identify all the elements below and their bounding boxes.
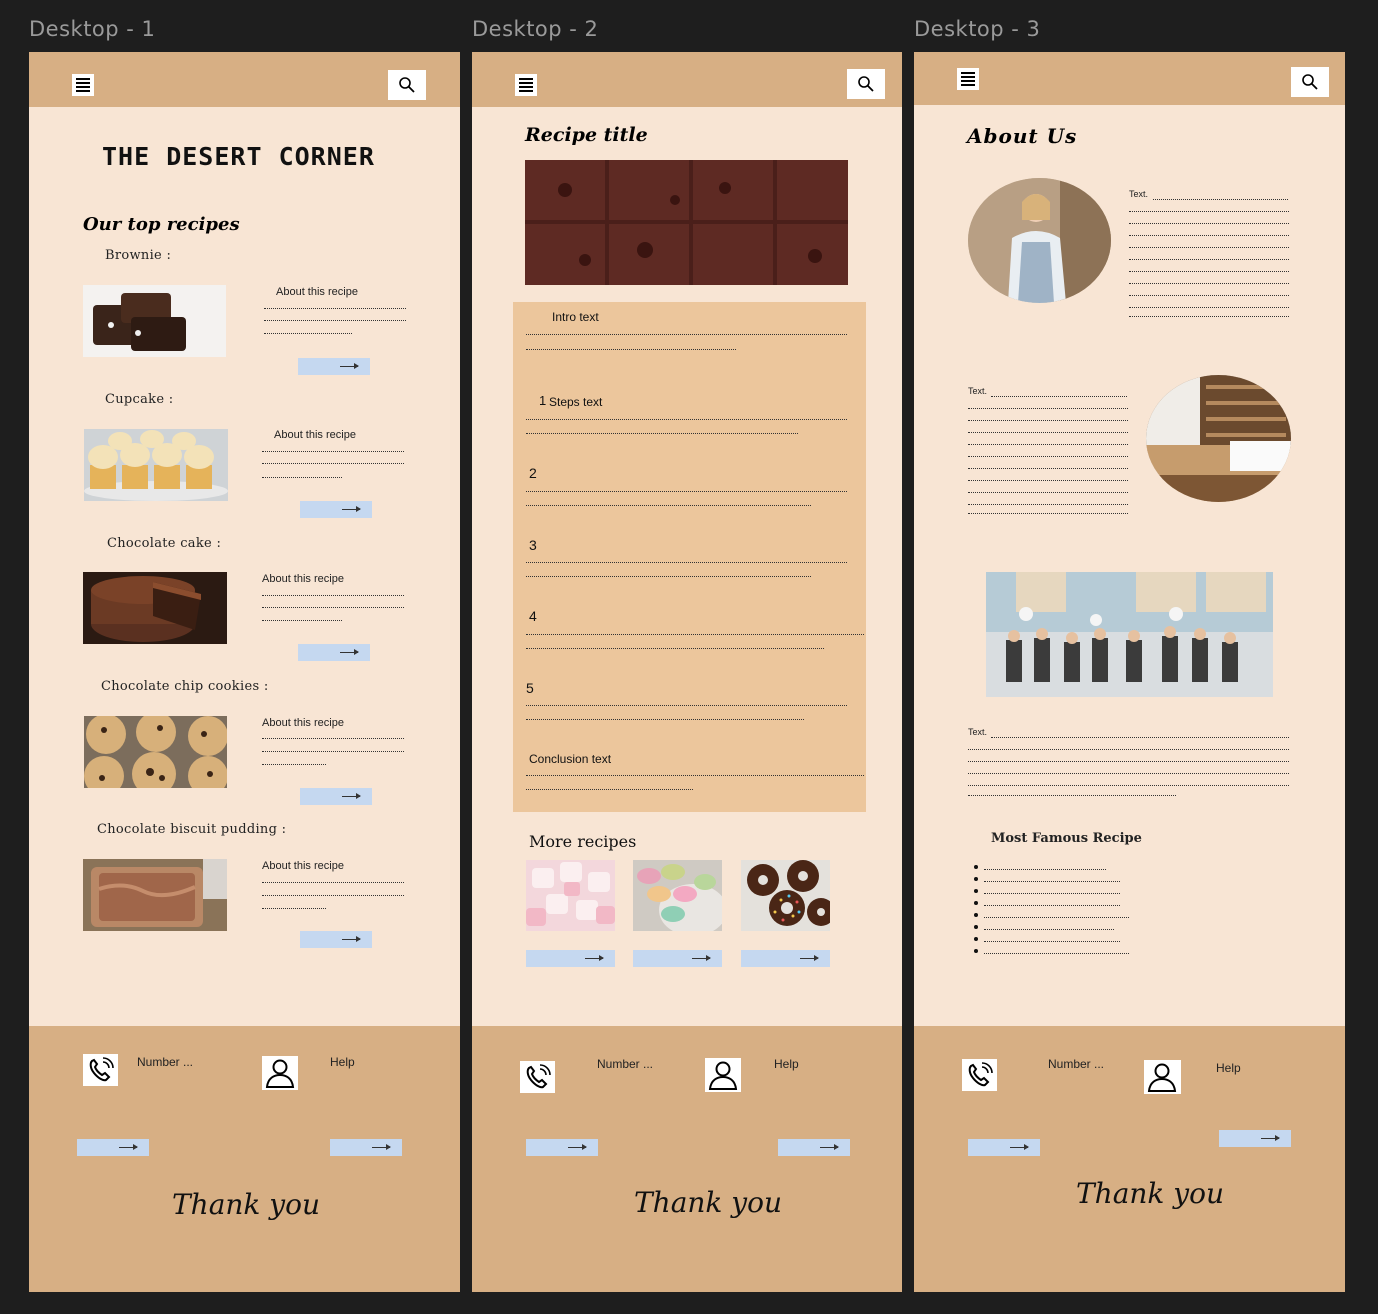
- header: [29, 52, 460, 107]
- step-number: 3: [529, 537, 537, 553]
- recipe-about-label: About this recipe: [274, 429, 356, 441]
- footer: Number ... Help Thank you: [472, 1026, 902, 1292]
- phone-button[interactable]: [83, 1054, 118, 1086]
- help-link[interactable]: Help: [1216, 1061, 1241, 1075]
- about-text-label: Text.: [968, 727, 988, 737]
- more-recipe-image-marshmallow[interactable]: [526, 860, 615, 931]
- step-text: Steps text: [549, 395, 603, 409]
- user-icon: [1147, 1063, 1177, 1092]
- recipe-hero-image: [525, 160, 848, 285]
- menu-button[interactable]: [515, 74, 537, 96]
- help-link[interactable]: Help: [774, 1057, 799, 1071]
- step-number: 2: [529, 465, 537, 481]
- recipe-open-button[interactable]: [300, 931, 372, 948]
- frame-label-desktop-1: Desktop - 1: [29, 17, 156, 41]
- thank-you-text: Thank you: [1076, 1177, 1225, 1210]
- about-title: About Us: [967, 124, 1078, 148]
- user-icon: [265, 1059, 295, 1088]
- recipe-image-brownie[interactable]: [83, 285, 226, 357]
- famous-recipe-title: Most Famous Recipe: [991, 831, 1142, 846]
- contact-number: Number ...: [1048, 1057, 1105, 1071]
- header: [472, 52, 902, 107]
- more-recipe-button[interactable]: [526, 950, 615, 967]
- menu-button[interactable]: [957, 68, 979, 90]
- thank-you-text: Thank you: [634, 1186, 783, 1219]
- more-recipes-title: More recipes: [529, 832, 637, 851]
- about-text-label: Text.: [968, 386, 988, 396]
- header: [914, 52, 1345, 105]
- more-recipe-image-macarons[interactable]: [633, 860, 722, 931]
- recipe-image-biscuit-pudding[interactable]: [83, 859, 227, 931]
- footer: Number ... Help Thank you: [29, 1026, 460, 1292]
- user-button[interactable]: [262, 1056, 298, 1090]
- step-number: 1: [539, 393, 547, 408]
- menu-icon: [76, 78, 90, 80]
- steps-panel: Intro text 1 Steps text 2 3 4 5 Conclusi…: [513, 302, 866, 812]
- user-icon: [708, 1061, 738, 1090]
- search-button[interactable]: [1291, 67, 1329, 97]
- desktop-3-frame: About Us Text. Text. Text. Most Famous R…: [914, 52, 1345, 1292]
- frame-label-desktop-2: Desktop - 2: [472, 17, 599, 41]
- recipe-name: Chocolate biscuit pudding :: [97, 822, 287, 837]
- recipe-image-chocolate-cake[interactable]: [83, 572, 227, 644]
- footer-button-left[interactable]: [77, 1139, 149, 1156]
- recipe-title: Recipe title: [525, 124, 648, 146]
- user-button[interactable]: [1144, 1060, 1181, 1094]
- menu-icon: [519, 78, 533, 80]
- user-button[interactable]: [705, 1058, 741, 1092]
- desktop-2-frame: Recipe title Intro text 1 Steps text 2 3…: [472, 52, 902, 1292]
- intro-text: Intro text: [552, 310, 599, 324]
- recipe-image-cupcake[interactable]: [84, 429, 228, 501]
- footer: Number ... Help Thank you: [914, 1026, 1345, 1292]
- recipe-open-button[interactable]: [300, 788, 372, 805]
- phone-button[interactable]: [520, 1061, 555, 1093]
- search-icon: [858, 76, 874, 92]
- step-number: 4: [529, 608, 537, 624]
- footer-button-right[interactable]: [778, 1139, 850, 1156]
- frame-label-desktop-3: Desktop - 3: [914, 17, 1041, 41]
- recipe-name: Brownie :: [105, 248, 172, 263]
- recipe-name: Chocolate cake :: [107, 536, 222, 551]
- search-button[interactable]: [388, 70, 426, 100]
- phone-icon: [526, 1064, 551, 1089]
- contact-number: Number ...: [137, 1055, 194, 1069]
- more-recipe-button[interactable]: [741, 950, 830, 967]
- menu-button[interactable]: [72, 74, 94, 96]
- recipe-open-button[interactable]: [298, 644, 370, 661]
- recipe-open-button[interactable]: [300, 501, 372, 518]
- about-image-shop: [1146, 375, 1291, 502]
- more-recipe-image-donuts[interactable]: [741, 860, 830, 931]
- about-image-team: [986, 572, 1273, 697]
- search-icon: [1302, 74, 1318, 90]
- conclusion-text: Conclusion text: [529, 752, 612, 766]
- footer-button-right[interactable]: [330, 1139, 402, 1156]
- menu-icon: [961, 72, 975, 74]
- contact-number: Number ...: [597, 1057, 654, 1071]
- recipe-about-label: About this recipe: [262, 573, 344, 585]
- search-icon: [399, 77, 415, 93]
- recipe-open-button[interactable]: [298, 358, 370, 375]
- recipe-name: Chocolate chip cookies :: [101, 679, 269, 694]
- thank-you-text: Thank you: [172, 1188, 321, 1221]
- about-image-baker: [968, 178, 1111, 303]
- phone-button[interactable]: [962, 1059, 997, 1091]
- recipe-name: Cupcake :: [105, 392, 174, 407]
- search-button[interactable]: [847, 69, 885, 99]
- desktop-1-frame: THE DESERT CORNER Our top recipes Browni…: [29, 52, 460, 1292]
- more-recipe-button[interactable]: [633, 950, 722, 967]
- footer-button-right[interactable]: [1219, 1130, 1291, 1147]
- recipe-about-label: About this recipe: [262, 860, 344, 872]
- recipe-about-label: About this recipe: [276, 286, 358, 298]
- section-title: Our top recipes: [83, 214, 240, 235]
- phone-icon: [968, 1062, 993, 1087]
- help-link[interactable]: Help: [330, 1055, 355, 1069]
- footer-button-left[interactable]: [526, 1139, 598, 1156]
- footer-button-left[interactable]: [968, 1139, 1040, 1156]
- phone-icon: [89, 1057, 114, 1082]
- recipe-about-label: About this recipe: [262, 717, 344, 729]
- about-text-label: Text.: [1129, 189, 1149, 199]
- brand-title: THE DESERT CORNER: [102, 142, 375, 171]
- recipe-image-cookies[interactable]: [84, 716, 227, 788]
- step-number: 5: [526, 680, 534, 696]
